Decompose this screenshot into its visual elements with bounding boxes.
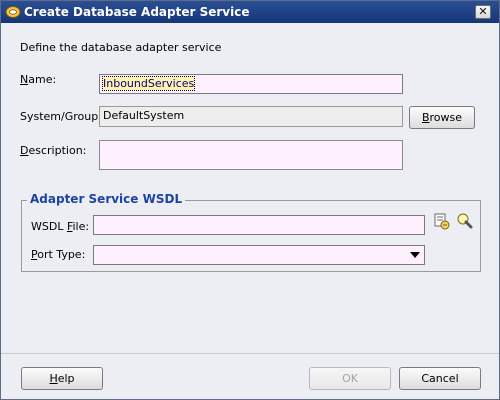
chevron-down-icon	[410, 252, 420, 258]
system-group-field: DefaultSystem	[99, 106, 403, 127]
wsdl-file-label: WSDL File:	[31, 220, 90, 233]
flashlight-icon[interactable]	[456, 212, 474, 230]
name-input[interactable]: InboundServices	[99, 74, 403, 94]
footer-separator	[1, 353, 499, 354]
ok-button[interactable]: OK	[309, 367, 391, 390]
group-title: Adapter Service WSDL	[27, 192, 186, 206]
dialog-window: Create Database Adapter Service ✕ Define…	[0, 0, 500, 400]
close-button[interactable]: ✕	[475, 5, 491, 19]
close-icon: ✕	[478, 5, 488, 18]
cancel-button[interactable]: Cancel	[399, 367, 481, 390]
title-bar[interactable]: Create Database Adapter Service ✕	[1, 1, 499, 23]
description-textarea[interactable]	[99, 140, 403, 170]
name-label: Name:	[20, 73, 57, 86]
description-label: Description:	[20, 144, 87, 157]
browse-wsdl-icon[interactable]	[433, 213, 451, 231]
help-button[interactable]: Help	[21, 367, 103, 390]
intro-text: Define the database adapter service	[20, 41, 222, 54]
name-input-value: InboundServices	[101, 76, 196, 91]
oracle-app-icon	[5, 6, 21, 18]
wsdl-file-input[interactable]	[93, 215, 425, 235]
port-type-label: Port Type:	[31, 248, 86, 261]
port-type-select[interactable]	[93, 245, 425, 265]
system-group-label: System/Group:	[20, 110, 102, 123]
window-title: Create Database Adapter Service	[24, 5, 250, 19]
browse-button[interactable]: Browse	[409, 106, 475, 129]
